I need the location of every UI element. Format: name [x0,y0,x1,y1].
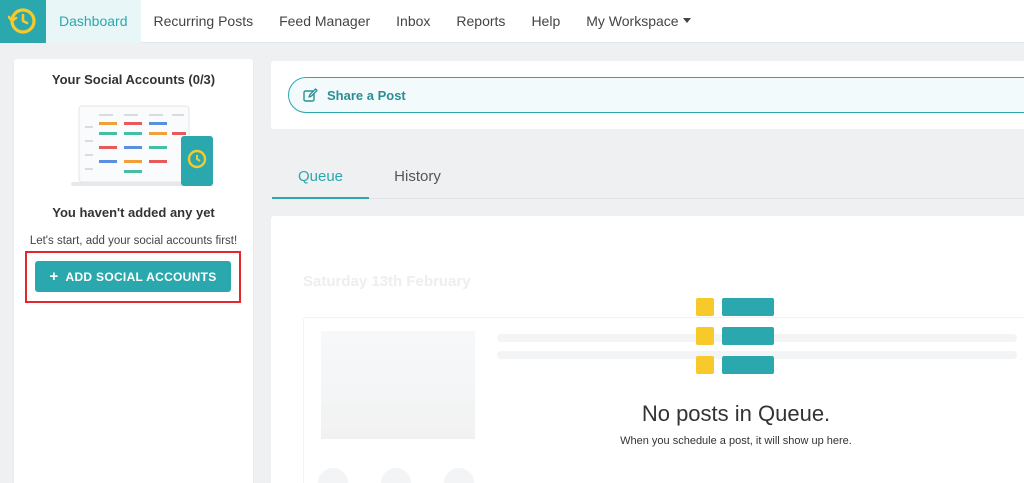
ghost-date-heading: Saturday 13th February [303,273,471,290]
top-nav: Dashboard Recurring Posts Feed Manager I… [0,0,1024,43]
no-accounts-title: You haven't added any yet [52,205,215,220]
nav-my-workspace[interactable]: My Workspace [573,0,703,43]
queue-tabs: Queue History [272,155,1024,199]
add-social-accounts-button[interactable]: + ADD SOCIAL ACCOUNTS [35,261,231,292]
nav-feed-manager[interactable]: Feed Manager [266,0,383,43]
ghost-post-image [321,331,475,439]
chevron-down-icon [682,17,691,23]
empty-queue-hint: When you schedule a post, it will show u… [620,435,852,447]
share-post-button[interactable]: Share a Post [288,77,1024,113]
edit-icon [303,87,318,102]
empty-queue-icon [696,298,774,374]
queue-panel: Saturday 13th February No posts in Queue… [271,216,1024,483]
share-post-card: Share a Post [271,61,1024,129]
nav-reports[interactable]: Reports [443,0,518,43]
social-accounts-title: Your Social Accounts (0/3) [51,72,216,87]
tab-history[interactable]: History [369,155,466,199]
plus-icon: + [49,268,59,285]
app-logo[interactable] [0,0,46,43]
clock-logo-icon [8,8,36,34]
nav-inbox[interactable]: Inbox [383,0,443,43]
nav-recurring-posts[interactable]: Recurring Posts [141,0,267,43]
social-accounts-panel: Your Social Accounts (0/3) You haven't a… [14,59,253,483]
workspace-label: My Workspace [586,13,679,29]
empty-queue-title: No posts in Queue. [641,401,831,426]
tab-queue[interactable]: Queue [272,155,369,199]
add-social-accounts-label: ADD SOCIAL ACCOUNTS [65,269,217,284]
nav-dashboard[interactable]: Dashboard [46,0,141,43]
no-accounts-hint: Let's start, add your social accounts fi… [29,235,238,247]
share-post-label: Share a Post [327,87,406,103]
nav-help[interactable]: Help [518,0,573,43]
social-accounts-illustration [71,105,213,186]
